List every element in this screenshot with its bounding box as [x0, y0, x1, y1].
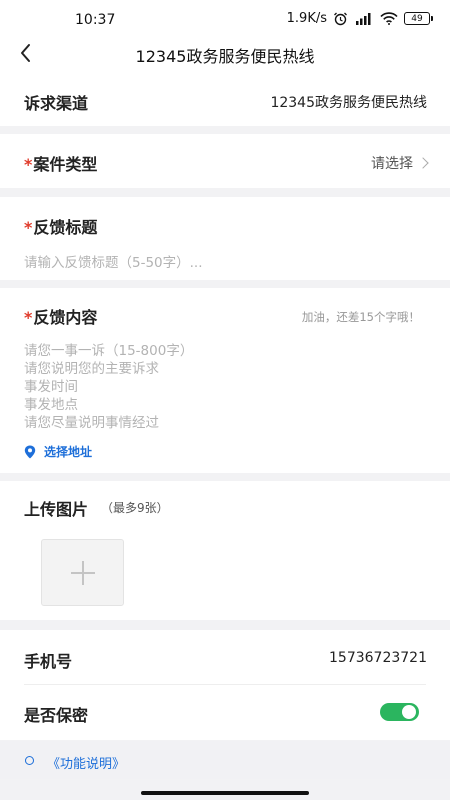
status-time: 10:37 [75, 12, 116, 28]
add-image-button[interactable] [41, 539, 124, 606]
feedback-title-input[interactable]: 请输入反馈标题（5-50字）... [24, 251, 203, 271]
content-placeholder-line: 请您尽量说明事情经过 [24, 415, 159, 431]
status-bar: 10:37 1.9K/s 49 [0, 0, 450, 34]
upload-hint: （最多9张） [101, 501, 169, 515]
agree-radio[interactable] [25, 756, 34, 765]
chevron-right-icon [417, 157, 429, 169]
channel-value: 12345政务服务便民热线 [270, 95, 427, 111]
confidential-label: 是否保密 [24, 706, 89, 725]
phone-value: 15736723721 [329, 650, 427, 666]
cell-signal-icon [356, 13, 371, 25]
upload-label: 上传图片 [24, 500, 89, 519]
channel-row: 诉求渠道 12345政务服务便民热线 [0, 74, 450, 126]
required-mark: * [24, 308, 33, 327]
content-placeholder-line: 事发地点 [24, 397, 78, 413]
home-indicator [141, 791, 309, 795]
required-mark: * [24, 218, 33, 237]
location-pin-icon [24, 445, 36, 458]
channel-label: 诉求渠道 [24, 94, 89, 113]
select-address-label: 选择地址 [44, 445, 93, 459]
battery-icon: 49 [404, 12, 433, 25]
content-placeholder-line: 请您一事一诉（15-800字） [24, 343, 194, 359]
footer-bar: 《功能说明》 [0, 741, 450, 779]
divider [24, 684, 426, 685]
select-address-link[interactable]: 选择地址 [24, 443, 92, 460]
toggle-knob [402, 705, 416, 719]
word-count-hint: 加油，还差15个字哦！ [301, 310, 420, 324]
confidential-toggle[interactable] [380, 703, 419, 721]
status-icons: 1.9K/s 49 [286, 11, 433, 26]
case-type-select[interactable]: 请选择 [371, 153, 429, 173]
case-type-label: *案件类型 [24, 155, 98, 174]
content-placeholder-line: 请您说明您的主要诉求 [24, 361, 159, 377]
feedback-title-section: *反馈标题 请输入反馈标题（5-50字）... [0, 197, 450, 280]
alarm-icon [334, 12, 347, 25]
function-description-link[interactable]: 《功能说明》 [47, 753, 125, 772]
feedback-title-label: *反馈标题 [24, 218, 98, 237]
case-type-row[interactable]: *案件类型 请选择 [0, 134, 450, 188]
contact-section: 手机号 15736723721 是否保密 [0, 630, 450, 740]
phone-label: 手机号 [24, 652, 73, 671]
wifi-icon [380, 12, 398, 25]
required-mark: * [24, 155, 33, 174]
content-placeholder-line: 事发时间 [24, 379, 78, 395]
net-speed: 1.9K/s [286, 11, 327, 26]
page-title: 12345政务服务便民热线 [135, 47, 315, 66]
nav-bar: 12345政务服务便民热线 [0, 34, 450, 74]
feedback-content-label: *反馈内容 [24, 308, 98, 327]
